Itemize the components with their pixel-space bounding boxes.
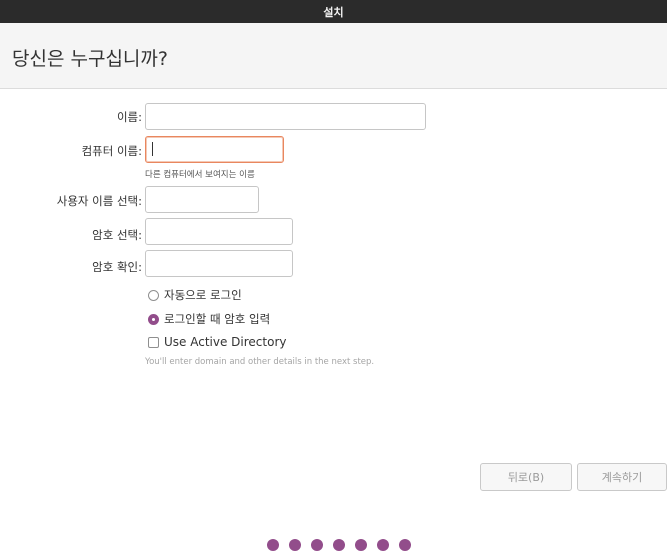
computer-name-label: 컴퓨터 이름: — [81, 144, 142, 158]
password-confirm-input[interactable] — [145, 250, 293, 277]
auto-login-option[interactable]: 자동으로 로그인 — [148, 287, 242, 303]
progress-dot — [289, 539, 301, 551]
progress-indicator — [267, 539, 411, 551]
progress-dot — [267, 539, 279, 551]
active-directory-hint: You'll enter domain and other details in… — [145, 357, 375, 367]
window-titlebar: 설치 — [0, 0, 667, 23]
active-directory-label: Use Active Directory — [164, 335, 287, 349]
password-label: 암호 선택: — [92, 228, 142, 242]
back-button[interactable]: 뒤로(B) — [480, 463, 572, 491]
auto-login-radio[interactable] — [148, 289, 159, 301]
require-password-radio[interactable] — [148, 313, 159, 325]
progress-dot — [311, 539, 323, 551]
active-directory-option[interactable]: Use Active Directory — [148, 335, 286, 349]
auto-login-label: 자동으로 로그인 — [164, 288, 242, 302]
active-directory-checkbox[interactable] — [148, 336, 159, 348]
password-input[interactable] — [145, 218, 293, 245]
username-input[interactable] — [145, 186, 259, 213]
name-label: 이름: — [116, 110, 142, 124]
text-caret — [152, 142, 153, 156]
computer-name-input[interactable] — [145, 136, 284, 163]
progress-dot — [355, 539, 367, 551]
require-password-label: 로그인할 때 암호 입력 — [164, 312, 271, 326]
page-title: 당신은 누구십니까? — [12, 48, 168, 70]
username-label: 사용자 이름 선택: — [56, 194, 142, 208]
progress-dot — [399, 539, 411, 551]
name-input[interactable] — [145, 103, 426, 130]
progress-dot — [377, 539, 389, 551]
progress-dot — [333, 539, 345, 551]
continue-button[interactable]: 계속하기 — [577, 463, 667, 491]
computer-name-hint: 다른 컴퓨터에서 보여지는 이름 — [145, 170, 255, 180]
password-confirm-label: 암호 확인: — [92, 260, 142, 274]
require-password-option[interactable]: 로그인할 때 암호 입력 — [148, 311, 270, 327]
window-title: 설치 — [323, 5, 344, 19]
